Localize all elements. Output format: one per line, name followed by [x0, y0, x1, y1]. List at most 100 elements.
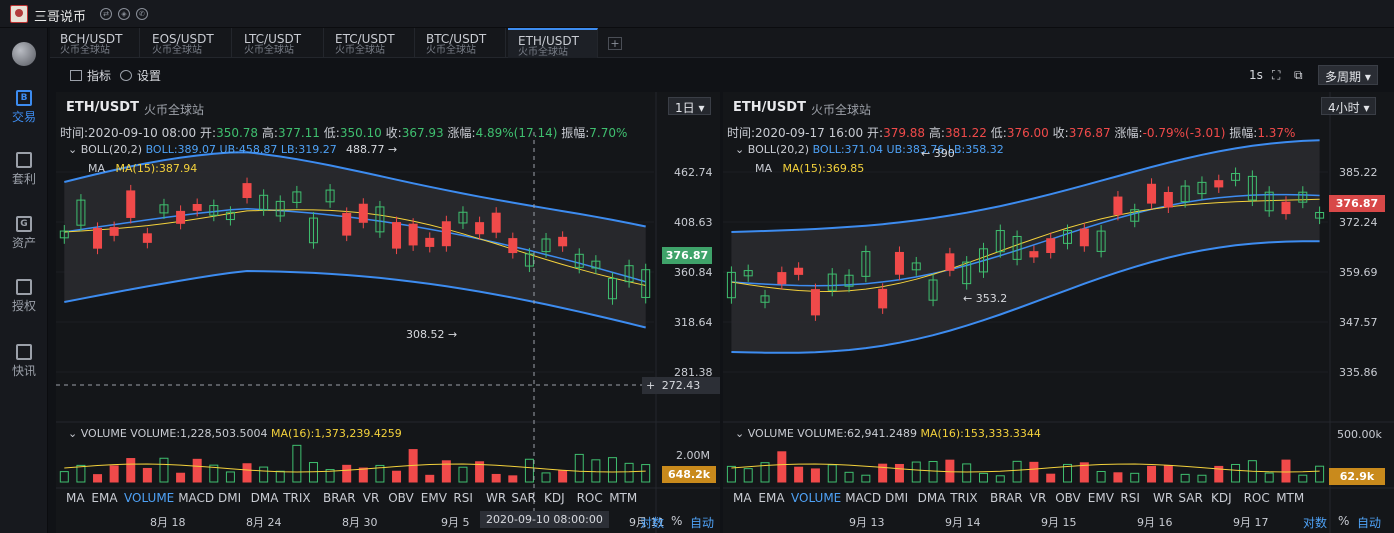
high-label: 高:: [928, 126, 945, 140]
tab-ltc-usdt[interactable]: LTC/USDT 火币全球站: [234, 28, 324, 58]
tab-eos-usdt[interactable]: EOS/USDT 火币全球站: [142, 28, 232, 58]
indicator-volume[interactable]: VOLUME: [124, 491, 174, 505]
indicator-mtm[interactable]: MTM: [1276, 491, 1304, 505]
volume-tag: 648.2k: [662, 466, 716, 483]
settings-button[interactable]: 设置: [120, 67, 161, 84]
sidebar-item-news[interactable]: 快讯: [0, 338, 48, 388]
indicator-roc[interactable]: ROC: [577, 491, 603, 505]
indicator-trix[interactable]: TRIX: [283, 491, 310, 505]
indicator-emv[interactable]: EMV: [1088, 491, 1114, 505]
share-icon[interactable]: ⇄: [100, 8, 112, 20]
multi-period-select[interactable]: 多周期 ▾: [1318, 65, 1378, 85]
tab-exchange: 火币全球站: [244, 45, 294, 56]
candle-body: [810, 289, 820, 316]
indicator-ma[interactable]: MA: [733, 491, 752, 505]
candle-body: [475, 222, 485, 235]
percent-scale-toggle[interactable]: %: [1338, 514, 1349, 528]
indicator-bar: MA EMA VOLUME MACD DMI DMA TRIX BRAR VR OBV EMV RSI…: [723, 488, 1394, 508]
sidebar-item-arbitrage[interactable]: 套利: [0, 146, 48, 196]
high-value: 377.11: [277, 126, 320, 140]
volume-axis-tick: 500.00k: [1337, 428, 1382, 441]
period-select[interactable]: 1日 ▾: [668, 97, 712, 115]
indicator-mtm[interactable]: MTM: [609, 491, 637, 505]
period-select[interactable]: 4小时 ▾: [1321, 97, 1377, 115]
indicator-kdj[interactable]: KDJ: [544, 491, 565, 505]
log-scale-toggle[interactable]: 对数: [1303, 514, 1327, 531]
indicators-button[interactable]: 指标: [70, 67, 111, 84]
amplitude-value: 1.37%: [1257, 126, 1296, 140]
indicator-rsi[interactable]: RSI: [1120, 491, 1140, 505]
auto-scale-toggle[interactable]: 自动: [1357, 514, 1381, 531]
kline-chart-right[interactable]: [723, 92, 1394, 533]
indicator-brar[interactable]: BRAR: [323, 491, 356, 505]
indicator-dmi[interactable]: DMI: [885, 491, 908, 505]
indicator-trix[interactable]: TRIX: [950, 491, 977, 505]
volume-bar: [192, 458, 202, 483]
app-title: 三哥说币: [34, 10, 87, 25]
indicator-wr[interactable]: WR: [1153, 491, 1173, 505]
indicator-brar[interactable]: BRAR: [990, 491, 1023, 505]
amplitude-label: 振幅:: [1229, 126, 1258, 140]
indicator-bar: MA EMA VOLUME MACD DMI DMA TRIX BRAR VR OBV EMV RSI…: [56, 488, 720, 508]
indicator-wr[interactable]: WR: [486, 491, 506, 505]
sidebar-item-auth[interactable]: 授权: [0, 273, 48, 323]
x-tick: 8月 18: [150, 516, 186, 529]
shield-icon[interactable]: ◈: [118, 8, 130, 20]
indicator-ema[interactable]: EMA: [91, 491, 117, 505]
high-marker: ← 390: [921, 147, 955, 160]
log-scale-toggle[interactable]: 对数: [640, 514, 664, 531]
avatar[interactable]: [10, 5, 28, 23]
indicator-dmi[interactable]: DMI: [218, 491, 241, 505]
indicator-roc[interactable]: ROC: [1244, 491, 1270, 505]
indicator-macd[interactable]: MACD: [178, 491, 214, 505]
indicator-kdj[interactable]: KDJ: [1211, 491, 1232, 505]
chart-panel-left[interactable]: ETH/USDT 火币全球站 1日 ▾ 时间:2020-09-10 08:00 …: [56, 92, 720, 533]
sidebar-item-assets[interactable]: G 资产: [0, 210, 48, 260]
y-tick: 385.22: [1339, 166, 1378, 179]
indicator-vr[interactable]: VR: [363, 491, 380, 505]
boll-lb: LB:358.32: [947, 143, 1004, 156]
add-tab-button[interactable]: +: [608, 37, 622, 50]
tab-etc-usdt[interactable]: ETC/USDT 火币全球站: [325, 28, 415, 58]
sidebar-item-trade[interactable]: B 交易: [0, 84, 48, 134]
indicator-ma[interactable]: MA: [66, 491, 85, 505]
phone-icon[interactable]: ✆: [136, 8, 148, 20]
indicator-volume[interactable]: VOLUME: [791, 491, 841, 505]
indicator-ema[interactable]: EMA: [758, 491, 784, 505]
kline-chart-left[interactable]: [56, 92, 720, 533]
chart-panel-right[interactable]: ETH/USDT 火币全球站 4小时 ▾ 时间:2020-09-17 16:00…: [723, 92, 1394, 533]
time-value: 2020-09-10 08:00: [88, 126, 197, 140]
y-tick: 335.86: [1339, 366, 1378, 379]
fullscreen-icon[interactable]: ⛶: [1272, 68, 1280, 83]
tab-bch-usdt[interactable]: BCH/USDT 火币全球站: [50, 28, 140, 58]
sidebar-item-label: 快讯: [11, 364, 36, 378]
volume-bar: [827, 464, 837, 483]
interval-label[interactable]: 1s: [1249, 68, 1263, 82]
indicator-dma[interactable]: DMA: [918, 491, 946, 505]
close-label: 收:: [1052, 126, 1069, 140]
indicator-emv[interactable]: EMV: [421, 491, 447, 505]
volume-bar: [541, 472, 551, 483]
tab-eth-usdt[interactable]: ETH/USDT 火币全球站: [508, 28, 598, 58]
indicator-rsi[interactable]: RSI: [453, 491, 473, 505]
volume-bar: [458, 466, 468, 483]
auto-scale-toggle[interactable]: 自动: [690, 514, 714, 531]
screenshot-icon[interactable]: ⧉: [1294, 68, 1303, 83]
indicator-macd[interactable]: MACD: [845, 491, 881, 505]
volume-bar: [524, 458, 534, 483]
indicator-obv[interactable]: OBV: [388, 491, 414, 505]
volume-bar: [259, 466, 269, 483]
volume-bar: [1231, 463, 1241, 483]
indicator-obv[interactable]: OBV: [1055, 491, 1081, 505]
sidebar: B 交易 套利 G 资产 授权 快讯: [0, 28, 48, 533]
indicator-sar[interactable]: SAR: [511, 491, 535, 505]
sidebar-item-label: 交易: [11, 110, 36, 124]
ohlc-readout: 时间:2020-09-17 16:00 开:379.88 高:381.22 低:…: [727, 124, 1295, 141]
indicator-dma[interactable]: DMA: [251, 491, 279, 505]
close-label: 收:: [385, 126, 402, 140]
x-axis: 8月 18 8月 24 8月 30 9月 5 9月 11 2020-09-10 …: [56, 508, 720, 533]
percent-scale-toggle[interactable]: %: [671, 514, 682, 528]
indicator-sar[interactable]: SAR: [1178, 491, 1202, 505]
tab-btc-usdt[interactable]: BTC/USDT 火币全球站: [416, 28, 506, 58]
indicator-vr[interactable]: VR: [1030, 491, 1047, 505]
